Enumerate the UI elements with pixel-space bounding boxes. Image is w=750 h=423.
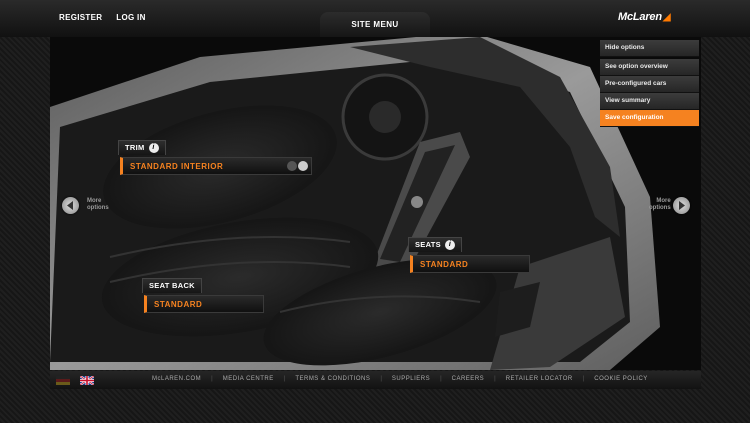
site-menu-tab[interactable]: SITE MENU (320, 12, 430, 37)
footer-separator: | (380, 376, 382, 382)
trim-label: TRIM i (118, 140, 166, 155)
seats-label: SEATS i (408, 237, 462, 252)
trim-swatch-dark[interactable] (287, 161, 297, 171)
mclaren-logo[interactable]: McLaren◢ (618, 11, 671, 23)
trim-value: STANDARD INTERIOR (130, 162, 224, 171)
save-configuration-button[interactable]: Save configuration (600, 110, 699, 127)
logo-text: McLaren (618, 11, 662, 23)
swoosh-icon: ◢ (662, 12, 671, 23)
seat-back-label-text: SEAT BACK (149, 281, 195, 290)
see-option-overview-button[interactable]: See option overview (600, 59, 699, 76)
configurator-page: REGISTER LOG IN SITE MENU McLaren◢ Hide … (0, 0, 750, 423)
top-bar: REGISTER LOG IN SITE MENU McLaren◢ (0, 0, 750, 37)
seats-selector[interactable]: STANDARD (410, 255, 530, 273)
seats-label-text: SEATS (415, 240, 441, 249)
trim-selector[interactable]: STANDARD INTERIOR (120, 157, 312, 175)
footer-separator: | (582, 376, 585, 382)
footer-link-suppliers[interactable]: SUPPLIERS (392, 376, 430, 382)
footer: McLAREN.COM | MEDIA CENTRE | TERMS & CONDI… (50, 371, 701, 389)
previous-options-button[interactable] (62, 197, 79, 214)
footer-separator: | (440, 376, 442, 382)
next-options-button[interactable] (673, 197, 690, 214)
hide-options-button[interactable]: Hide options (600, 40, 699, 57)
language-flag-icon[interactable] (56, 376, 70, 385)
seat-back-label: SEAT BACK (142, 278, 202, 293)
pre-configured-cars-button[interactable]: Pre-configured cars (600, 76, 699, 93)
arrow-right-icon (679, 201, 685, 210)
footer-separator: | (211, 376, 213, 382)
arrow-left-icon (67, 201, 73, 210)
footer-link-cookie-policy[interactable]: COOKIE POLICY (594, 376, 648, 382)
footer-link-retailer-locator[interactable]: RETAILER LOCATOR (506, 376, 573, 382)
seat-back-selector[interactable]: STANDARD (144, 295, 264, 313)
trim-swatch-light[interactable] (298, 161, 308, 171)
footer-separator: | (283, 376, 286, 382)
more-options-right-label[interactable]: More options (649, 198, 671, 212)
footer-separator: | (494, 376, 496, 382)
footer-link-media-centre[interactable]: MEDIA CENTRE (223, 376, 274, 382)
trim-label-text: TRIM (125, 143, 145, 152)
seats-info-icon[interactable]: i (444, 240, 455, 251)
options-panel: Hide options See option overview Pre-con… (600, 40, 699, 127)
trim-info-icon[interactable]: i (148, 143, 159, 154)
view-summary-button[interactable]: View summary (600, 93, 699, 110)
footer-links: McLAREN.COM | MEDIA CENTRE | TERMS & CONDI… (152, 376, 648, 382)
seat-back-value: STANDARD (154, 300, 203, 309)
footer-link-terms[interactable]: TERMS & CONDITIONS (295, 376, 370, 382)
footer-link-careers[interactable]: CAREERS (452, 376, 485, 382)
seats-value: STANDARD (420, 260, 469, 269)
uk-flag-icon[interactable] (80, 376, 94, 385)
more-options-left-label[interactable]: More options (87, 198, 109, 212)
footer-link-mclaren[interactable]: McLAREN.COM (152, 376, 201, 382)
